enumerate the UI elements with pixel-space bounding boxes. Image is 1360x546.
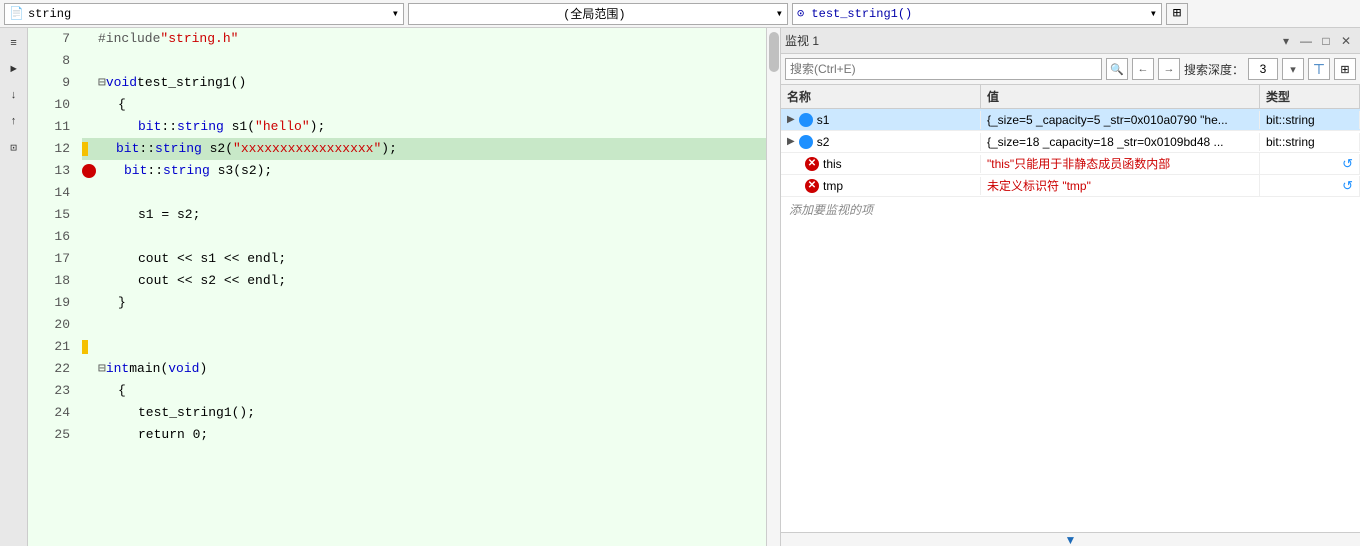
watch-value-this: "this"只能用于非静态成员函数内部 xyxy=(981,153,1260,174)
code-line-19: } xyxy=(82,292,766,314)
watch-columns-btn[interactable]: ⊞ xyxy=(1334,58,1356,80)
code-line-7: #include "string.h" xyxy=(82,28,766,50)
function-label: ⊙ test_string1() xyxy=(797,6,1150,21)
filename-dropdown[interactable]: 📄 string ▾ xyxy=(4,3,404,25)
code-line-20 xyxy=(82,314,766,336)
code-content: 7 8 9 10 11 12 13 14 15 16 17 18 19 20 2… xyxy=(28,28,780,546)
refresh-icon-tmp[interactable]: ↺ xyxy=(1342,178,1353,194)
top-toolbar: 📄 string ▾ (全局范围) ▾ ⊙ test_string1() ▾ ⊞ xyxy=(0,0,1360,28)
expand-arrow-s2[interactable]: ▶ xyxy=(787,136,795,147)
watch-search-bar: 🔍 ← → 搜索深度： ▾ ⊤ ⊞ xyxy=(781,54,1360,85)
watch-header: 监视 1 ▾ — □ ✕ xyxy=(781,28,1360,54)
watch-table: ▶ s1 {_size=5 _capacity=5 _str=0x010a079… xyxy=(781,109,1360,532)
sidebar: ≡ ► ↓ ↑ ⊡ xyxy=(0,28,28,546)
scope-arrow: ▾ xyxy=(776,6,783,21)
watch-close-btn[interactable]: ✕ xyxy=(1336,31,1356,51)
watch-name-tmp-text: tmp xyxy=(823,179,843,193)
watch-search-input[interactable] xyxy=(785,58,1102,80)
split-btn[interactable]: ⊞ xyxy=(1166,3,1188,25)
watch-depth-label: 搜索深度： xyxy=(1184,61,1244,78)
watch-depth-down[interactable]: ▾ xyxy=(1282,58,1304,80)
watch-name-s1-text: s1 xyxy=(817,113,830,127)
watch-filter-btn[interactable]: ⊤ xyxy=(1308,58,1330,80)
status-dot-s2 xyxy=(799,135,813,149)
filter-icon: ⊤ xyxy=(1313,61,1325,78)
col-header-value: 值 xyxy=(981,85,1260,108)
col-header-name: 名称 xyxy=(781,85,981,108)
watch-name-s1: ▶ s1 xyxy=(781,111,981,129)
refresh-icon-this[interactable]: ↺ xyxy=(1342,156,1353,172)
watch-name-tmp: ✕ tmp xyxy=(781,177,981,195)
watch-row-tmp[interactable]: ✕ tmp 未定义标识符 "tmp" ↺ xyxy=(781,175,1360,197)
watch-name-s2-text: s2 xyxy=(817,135,830,149)
line-numbers: 7 8 9 10 11 12 13 14 15 16 17 18 19 20 2… xyxy=(28,28,78,546)
code-line-12: bit::string s2("xxxxxxxxxxxxxxxxx"); xyxy=(82,138,766,160)
code-line-11: bit::string s1("hello"); xyxy=(82,116,766,138)
sidebar-icon-1[interactable]: ≡ xyxy=(2,32,26,56)
status-error-tmp: ✕ xyxy=(805,179,819,193)
code-line-25: return 0; xyxy=(82,424,766,446)
watch-depth-input[interactable] xyxy=(1248,58,1278,80)
sidebar-icon-3[interactable]: ↓ xyxy=(2,84,26,108)
code-line-15: s1 = s2; xyxy=(82,204,766,226)
watch-value-tmp: 未定义标识符 "tmp" xyxy=(981,175,1260,196)
watch-value-s2: {_size=18 _capacity=18 _str=0x0109bd48 .… xyxy=(981,133,1260,151)
watch-name-this: ✕ this xyxy=(781,155,981,173)
sidebar-icon-4[interactable]: ↑ xyxy=(2,110,26,134)
sidebar-icon-2[interactable]: ► xyxy=(2,58,26,82)
expand-arrow-s1[interactable]: ▶ xyxy=(787,114,795,125)
watch-value-s1: {_size=5 _capacity=5 _str=0x010a0790 "he… xyxy=(981,111,1260,129)
code-line-18: cout << s2 << endl; xyxy=(82,270,766,292)
status-error-this: ✕ xyxy=(805,157,819,171)
filename-label: string xyxy=(28,7,71,21)
scrollbar-thumb[interactable] xyxy=(769,32,779,72)
code-line-10: { xyxy=(82,94,766,116)
code-lines: #include "string.h" ⊟void test_string1()… xyxy=(78,28,766,546)
watch-name-this-text: this xyxy=(823,157,842,171)
dropdown-arrow: ▾ xyxy=(392,6,399,21)
watch-table-header: 名称 值 类型 xyxy=(781,85,1360,109)
code-line-9: ⊟void test_string1() xyxy=(82,72,766,94)
function-dropdown[interactable]: ⊙ test_string1() ▾ xyxy=(792,3,1162,25)
watch-title: 监视 1 xyxy=(785,32,1276,49)
watch-scroll-bottom: ▼ xyxy=(781,532,1360,546)
watch-type-s2: bit::string xyxy=(1260,133,1360,151)
code-line-22: ⊟int main(void) xyxy=(82,358,766,380)
watch-type-s1: bit::string xyxy=(1260,111,1360,129)
code-line-8 xyxy=(82,50,766,72)
watch-name-s2: ▶ s2 xyxy=(781,133,981,151)
watch-row-s2[interactable]: ▶ s2 {_size=18 _capacity=18 _str=0x0109b… xyxy=(781,131,1360,153)
status-dot-s1 xyxy=(799,113,813,127)
watch-maximize-btn[interactable]: □ xyxy=(1316,31,1336,51)
scope-dropdown[interactable]: (全局范围) ▾ xyxy=(408,3,788,25)
watch-nav-forward[interactable]: → xyxy=(1158,58,1180,80)
add-watch-link[interactable]: 添加要监视的项 xyxy=(781,197,1360,222)
watch-minimize-btn[interactable]: — xyxy=(1296,31,1316,51)
watch-search-button[interactable]: 🔍 xyxy=(1106,58,1128,80)
watch-row-s1[interactable]: ▶ s1 {_size=5 _capacity=5 _str=0x010a079… xyxy=(781,109,1360,131)
sidebar-icon-5[interactable]: ⊡ xyxy=(2,136,26,160)
code-line-24: test_string1(); xyxy=(82,402,766,424)
code-line-16 xyxy=(82,226,766,248)
code-editor[interactable]: 7 8 9 10 11 12 13 14 15 16 17 18 19 20 2… xyxy=(28,28,780,546)
watch-row-this[interactable]: ✕ this "this"只能用于非静态成员函数内部 ↺ xyxy=(781,153,1360,175)
watch-type-this: ↺ xyxy=(1260,154,1360,174)
code-line-21 xyxy=(82,336,766,358)
scope-label: (全局范围) xyxy=(413,5,776,22)
watch-panel: 监视 1 ▾ — □ ✕ 🔍 ← → 搜索深度： ▾ ⊤ ⊞ 名称 值 类 xyxy=(780,28,1360,546)
watch-dropdown-btn[interactable]: ▾ xyxy=(1276,31,1296,51)
code-line-14 xyxy=(82,182,766,204)
watch-nav-back[interactable]: ← xyxy=(1132,58,1154,80)
col-header-type: 类型 xyxy=(1260,85,1360,108)
code-line-17: cout << s1 << endl; xyxy=(82,248,766,270)
code-scrollbar[interactable] xyxy=(766,28,780,546)
code-line-23: { xyxy=(82,380,766,402)
code-line-13: bit::string s3(s2); xyxy=(82,160,766,182)
watch-type-tmp: ↺ xyxy=(1260,176,1360,196)
columns-icon: ⊞ xyxy=(1340,63,1349,76)
scroll-bottom-icon: ▼ xyxy=(1065,533,1077,546)
function-arrow: ▾ xyxy=(1150,6,1157,21)
main-area: ≡ ► ↓ ↑ ⊡ 7 8 9 10 11 12 13 14 15 16 17 … xyxy=(0,28,1360,546)
